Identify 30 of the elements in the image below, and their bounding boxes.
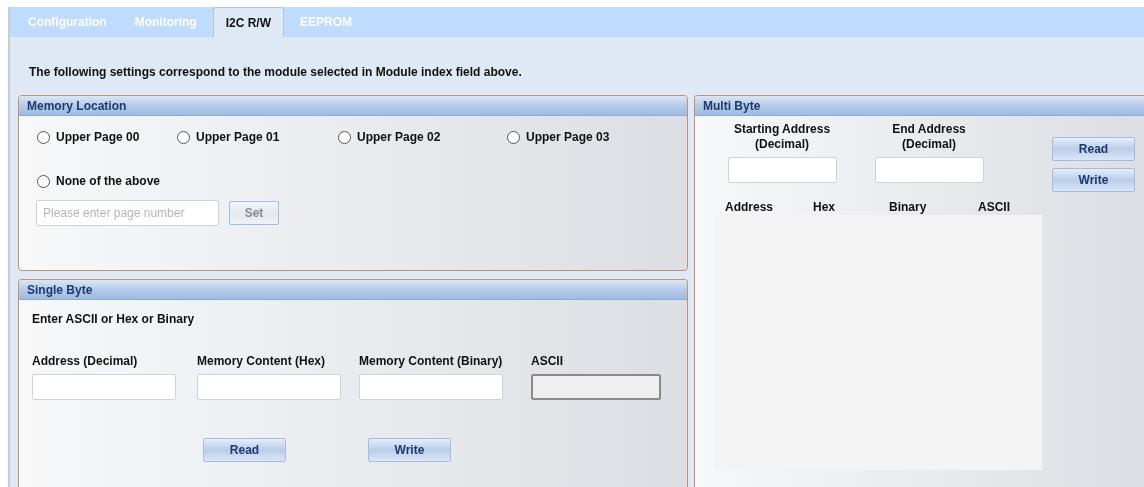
radio-button[interactable] (37, 130, 50, 144)
column-header: Address (725, 200, 774, 214)
hint-text: Enter ASCII or Hex or Binary (32, 311, 196, 328)
panel-title: Multi Byte (703, 97, 761, 115)
panel-title: Memory Location (27, 97, 127, 115)
field-label: End Address (Decimal) (891, 122, 967, 152)
radio-label: Upper Page 00 (56, 129, 140, 146)
column-header: ASCII (978, 200, 1010, 214)
radio-button[interactable] (177, 130, 190, 144)
radio-label: Upper Page 03 (526, 129, 610, 146)
radio-label: Upper Page 02 (357, 129, 441, 146)
button[interactable]: Read (1052, 137, 1135, 161)
field-label: Memory Content (Binary) (359, 354, 503, 368)
radio-label: Upper Page 01 (196, 129, 280, 146)
radio-button[interactable] (37, 174, 50, 188)
field-label: ASCII (531, 354, 563, 368)
field-label: Memory Content (Hex) (197, 354, 325, 368)
tab[interactable]: I2C R/W (212, 7, 284, 37)
info-text: The following settings correspond to the module selected in Module index field above. (29, 64, 523, 81)
button[interactable]: Read (203, 438, 286, 462)
radio-label: None of the above (56, 173, 160, 190)
button[interactable]: Write (1052, 168, 1135, 192)
panel-title: Single Byte (27, 281, 93, 299)
field-label: Address (Decimal) (32, 354, 138, 368)
button[interactable]: Write (368, 438, 451, 462)
radio-button[interactable] (338, 130, 351, 144)
radio-button[interactable] (507, 130, 520, 144)
field-label: Starting Address (Decimal) (732, 122, 832, 152)
column-header: Hex (813, 200, 835, 214)
column-header: Binary (889, 200, 927, 214)
